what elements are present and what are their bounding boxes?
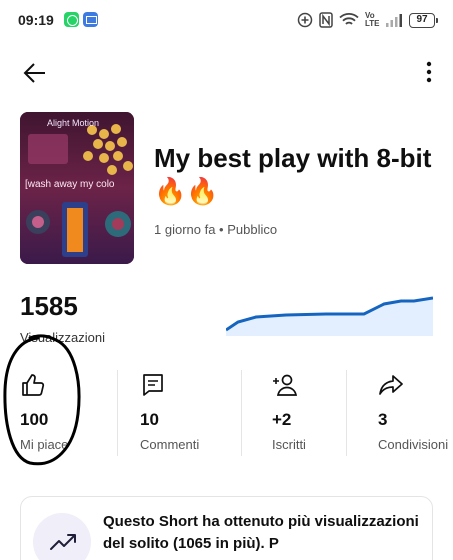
stat-divider (117, 370, 118, 456)
thumbs-up-icon (22, 374, 45, 396)
views-label: Visualizzazioni (20, 330, 106, 345)
insight-card[interactable]: Questo Short ha ottenuto più visualizzaz… (20, 496, 433, 560)
whatsapp-icon (64, 12, 79, 27)
shares-label: Condivisioni (378, 437, 449, 452)
subscribers-label: Iscritti (272, 437, 306, 452)
more-options-button[interactable] (423, 58, 435, 86)
stat-divider (241, 370, 242, 456)
back-button[interactable] (20, 58, 50, 88)
signal-icon (386, 14, 402, 27)
mail-icon (83, 12, 98, 27)
add-subscriber-icon (273, 374, 298, 396)
shares-value: 3 (378, 410, 388, 429)
views-sparkline (226, 296, 433, 336)
views-count: 1585 (20, 291, 78, 321)
share-icon (379, 375, 403, 395)
trending-up-icon (50, 534, 76, 550)
network-type: Vo LTE (365, 11, 380, 28)
video-meta: 1 giorno fa • Pubblico (154, 222, 278, 237)
data-saver-icon (297, 12, 313, 28)
video-thumbnail[interactable]: Alight Motion [wash away my colo (20, 112, 134, 264)
comments-value: 10 (140, 410, 159, 429)
insight-icon-wrap (33, 513, 91, 560)
status-bar: 09:19 Vo LTE 97 (0, 0, 453, 40)
battery-indicator: 97 (409, 12, 438, 28)
comment-icon (143, 374, 163, 396)
likes-label: Mi piace (20, 437, 69, 452)
status-time: 09:19 (18, 12, 54, 28)
video-title: My best play with 8-bit🔥🔥 (154, 143, 432, 206)
nfc-icon (319, 12, 333, 28)
subscribers-value: +2 (272, 410, 292, 429)
thumbnail-caption: [wash away my colo (25, 179, 115, 190)
wifi-icon (339, 13, 359, 25)
thumbnail-brand: Alight Motion (47, 118, 100, 128)
likes-value: 100 (20, 410, 49, 429)
comments-label: Commenti (140, 437, 200, 452)
status-icons: Vo LTE 97 (297, 11, 438, 29)
insight-text: Questo Short ha ottenuto più visualizzaz… (103, 513, 419, 552)
stat-divider (346, 370, 347, 456)
arrow-left-icon (23, 63, 45, 83)
more-vertical-icon (426, 61, 432, 83)
